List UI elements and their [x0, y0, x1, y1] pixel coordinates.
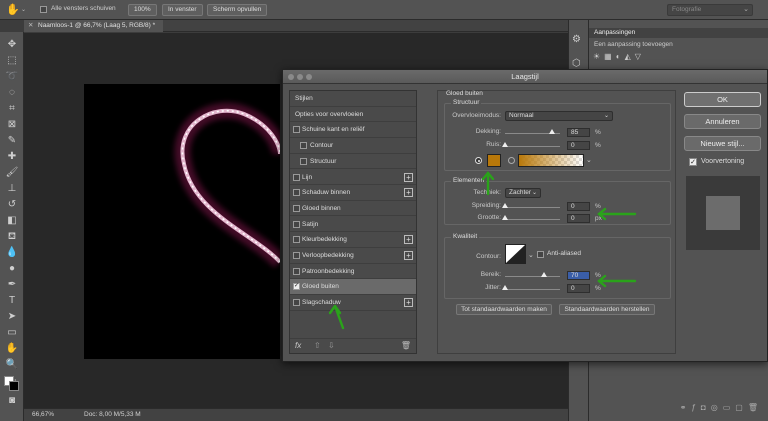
background-color-swatch[interactable]: [9, 381, 19, 391]
clone-stamp-icon[interactable]: ⊥: [5, 182, 19, 196]
layer-style-dialog: Laagstijl Stijlen Opties voor overvloeien…: [282, 69, 768, 362]
pen-tool-icon[interactable]: ✒: [5, 278, 19, 292]
document-tab-bar: ✕ Naamloos-1 @ 66,7% (Laag 5, RGB/8) *: [24, 20, 568, 32]
crop-tool-icon[interactable]: ⌗: [5, 102, 19, 116]
blur-tool-icon[interactable]: 💧: [5, 246, 19, 260]
annotation-arrows: [328, 171, 637, 330]
hand-tool-icon[interactable]: ✋: [6, 3, 20, 16]
frame-tool-icon[interactable]: ⊠: [5, 118, 19, 132]
quick-mask-icon[interactable]: ◙: [5, 394, 19, 408]
workspace-label: Fotografie: [672, 6, 702, 13]
adjustments-panel-header: Aanpassingen: [589, 28, 768, 38]
tools-panel: ✥ ⬚ ➰ ◌ ⌗ ⊠ ✎ ✚ 🖌 ⊥ ↺ ◧ ⛾ 💧 ● ✒ T ➤ ▭ ✋ …: [0, 32, 24, 421]
paint-bucket-icon[interactable]: ⛾: [5, 230, 19, 244]
eraser-tool-icon[interactable]: ◧: [5, 214, 19, 228]
document-canvas[interactable]: [84, 84, 288, 359]
move-tool-icon[interactable]: ✥: [5, 38, 19, 52]
hand-tool-icon[interactable]: ✋: [5, 342, 19, 356]
document-tab[interactable]: ✕ Naamloos-1 @ 66,7% (Laag 5, RGB/8) *: [24, 20, 164, 32]
document-tab-title: Naamloos-1 @ 66,7% (Laag 5, RGB/8) *: [38, 22, 156, 29]
zoom-100-button[interactable]: 100%: [128, 4, 157, 16]
dodge-tool-icon[interactable]: ●: [5, 262, 19, 276]
brush-tool-icon[interactable]: 🖌: [5, 166, 19, 180]
scroll-all-windows-label: Alle vensters schuiven: [51, 5, 116, 12]
annotation-arrow: [597, 274, 637, 288]
path-select-icon[interactable]: ➤: [5, 310, 19, 324]
scroll-all-windows-checkbox[interactable]: [40, 6, 47, 13]
doc-size-readout: Doc: 8,00 M/5,33 M: [84, 411, 141, 418]
options-bar: ✋ ⌄ Alle vensters schuiven 100% In venst…: [0, 0, 768, 20]
close-icon[interactable]: ✕: [28, 20, 33, 32]
quick-select-tool-icon[interactable]: ◌: [5, 86, 19, 100]
layer-footer-icons[interactable]: ⚭ƒ◘◎▭▢🗑: [593, 403, 763, 415]
marquee-tool-icon[interactable]: ⬚: [5, 54, 19, 68]
fit-screen-button[interactable]: In venster: [162, 4, 203, 16]
add-adjustment-label: Een aanpassing toevoegen: [594, 41, 673, 48]
adjustments-tab[interactable]: Aanpassingen: [594, 29, 635, 36]
zoom-readout[interactable]: 66,67%: [32, 409, 54, 421]
sparkle-heart-image: [174, 102, 288, 268]
healing-brush-icon[interactable]: ✚: [5, 150, 19, 164]
type-tool-icon[interactable]: T: [5, 294, 19, 308]
chevron-down-icon[interactable]: ⌄: [21, 6, 26, 13]
lasso-tool-icon[interactable]: ➰: [5, 70, 19, 84]
workspace-select[interactable]: Fotografie ⌄: [667, 4, 753, 16]
eyedropper-tool-icon[interactable]: ✎: [5, 134, 19, 148]
annotation-arrow: [597, 207, 637, 221]
history-brush-icon[interactable]: ↺: [5, 198, 19, 212]
zoom-tool-icon[interactable]: 🔍: [5, 358, 19, 372]
properties-icon[interactable]: ⚙: [572, 34, 581, 45]
3d-icon[interactable]: ⬡: [572, 58, 581, 69]
adjustment-icons[interactable]: ☀▦◐◭▽: [593, 52, 763, 62]
annotation-arrow: [481, 171, 495, 196]
annotation-arrow: [328, 304, 345, 330]
photoshop-window: ✋ ⌄ Alle vensters schuiven 100% In venst…: [0, 0, 768, 421]
rectangle-tool-icon[interactable]: ▭: [5, 326, 19, 340]
fill-screen-button[interactable]: Scherm opvullen: [207, 4, 268, 16]
status-bar: 66,67% Doc: 8,00 M/5,33 M: [24, 408, 568, 421]
chevron-down-icon: ⌄: [743, 6, 749, 13]
